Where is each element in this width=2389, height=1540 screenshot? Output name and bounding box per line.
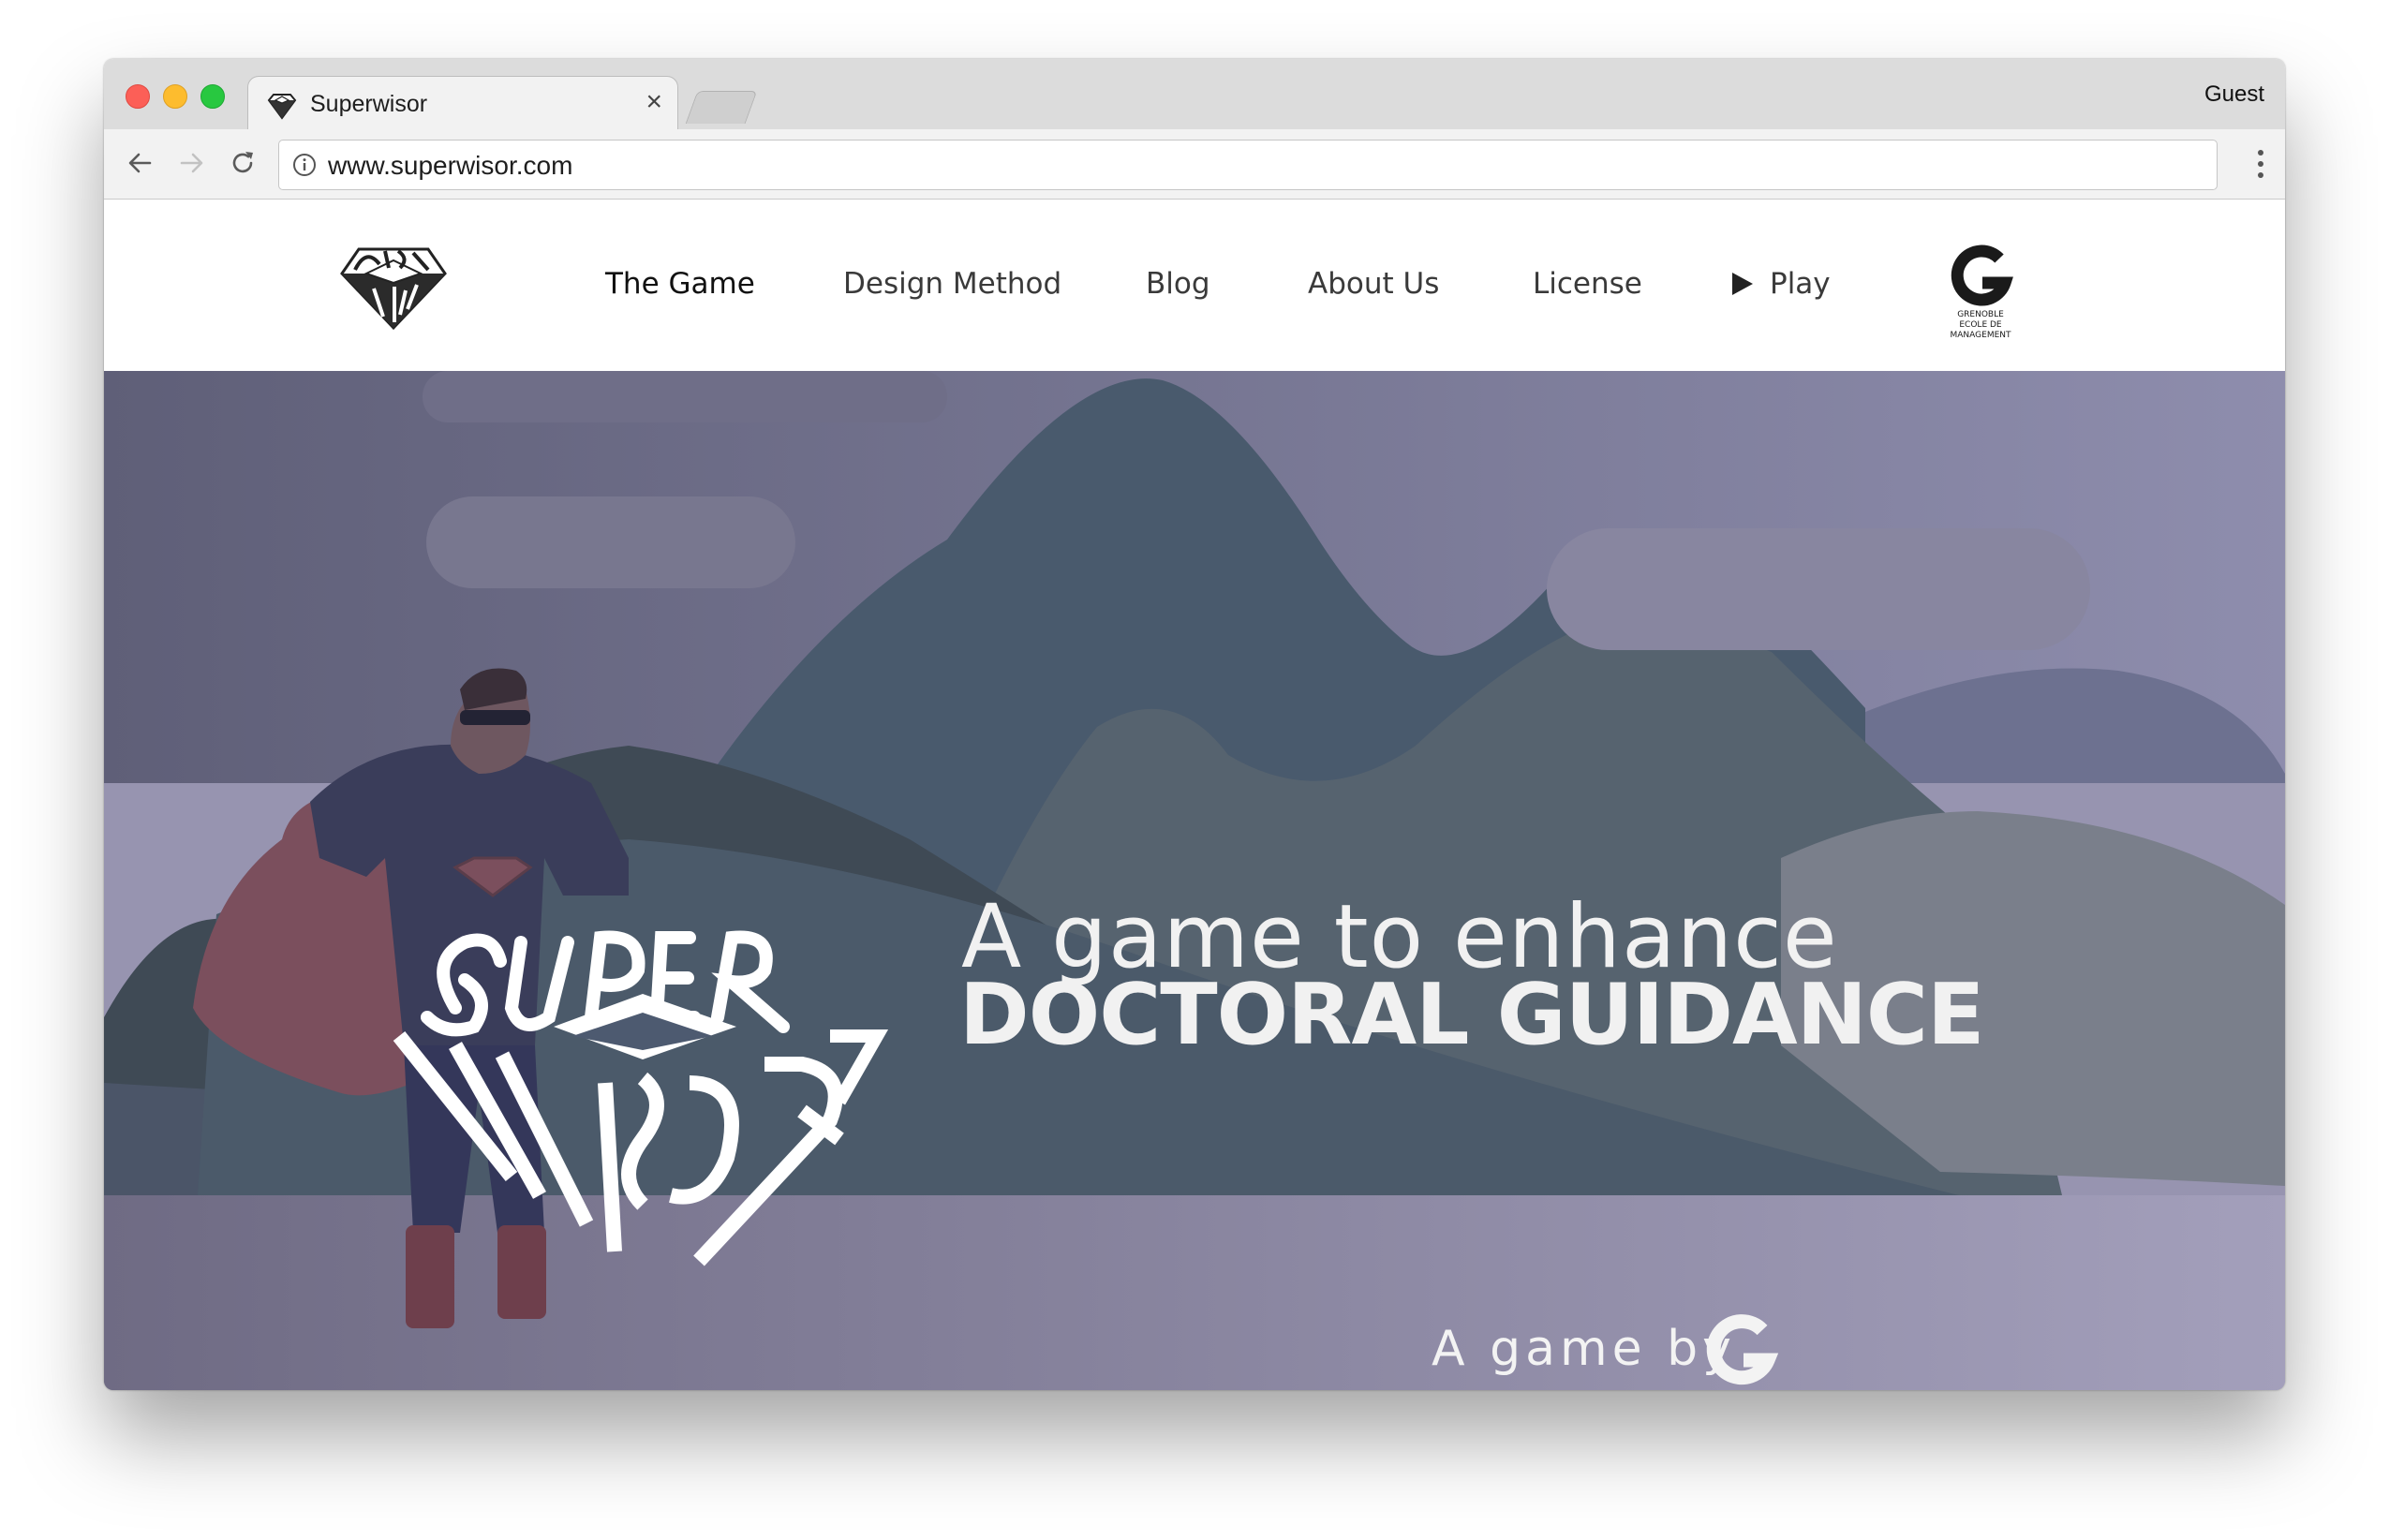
nav-play-label: Play (1770, 267, 1831, 301)
address-bar[interactable]: www.superwisor.com (278, 140, 2218, 190)
grenoble-em-logo-icon[interactable]: GRENOBLE ECOLE DE MANAGEMENT (1941, 242, 2020, 339)
more-options-icon[interactable] (2257, 148, 2264, 180)
maximize-window-button[interactable] (200, 84, 225, 109)
reload-icon (232, 152, 253, 173)
tab-title: Superwisor (310, 91, 428, 117)
browser-toolbar: www.superwisor.com (104, 129, 2285, 200)
gem-logo-text-2: ECOLE DE (1959, 320, 2002, 330)
back-button[interactable] (121, 144, 158, 182)
superwisor-logo-icon[interactable] (338, 242, 449, 331)
forward-button[interactable] (173, 144, 211, 182)
nav-about-us[interactable]: About Us (1308, 267, 1439, 301)
nav-the-game[interactable]: The Game (605, 267, 755, 301)
url-text: www.superwisor.com (328, 151, 573, 180)
close-window-button[interactable] (126, 84, 150, 109)
gem-logo-text-1: GRENOBLE (1957, 310, 2004, 319)
back-arrow-icon (128, 153, 152, 173)
browser-tab[interactable]: Superwisor × (247, 76, 678, 131)
nav-blog[interactable]: Blog (1146, 267, 1210, 301)
superwisor-hero-logo-icon (393, 930, 889, 1266)
forward-arrow-icon (180, 153, 203, 173)
nav-design-method[interactable]: Design Method (843, 267, 1061, 301)
tab-close-icon[interactable]: × (645, 86, 662, 118)
minimize-window-button[interactable] (163, 84, 187, 109)
reload-button[interactable] (224, 144, 261, 182)
tab-bar: Superwisor × Guest (104, 59, 2285, 131)
new-tab-button[interactable] (685, 91, 758, 124)
hero-footer-text: A game by (1432, 1321, 1736, 1377)
nav-license[interactable]: License (1533, 267, 1642, 301)
play-icon (1732, 273, 1753, 295)
site-navigation: The Game Design Method Blog About Us Lic… (104, 200, 2285, 389)
gem-logo-text-3: MANAGEMENT (1951, 331, 2011, 339)
nav-play[interactable]: Play (1732, 267, 1831, 301)
browser-window: Superwisor × Guest www.superwisor.com Th… (104, 59, 2285, 1390)
grenoble-g-icon (1706, 1314, 1779, 1385)
site-info-icon[interactable] (292, 153, 317, 177)
superwisor-favicon-icon (267, 94, 297, 120)
hero-tagline-line2: DOCTORAL GUIDANCE (959, 966, 1984, 1064)
hero-section: A game to enhance DOCTORAL GUIDANCE A ga… (104, 371, 2285, 1390)
profile-label[interactable]: Guest (2204, 81, 2264, 108)
